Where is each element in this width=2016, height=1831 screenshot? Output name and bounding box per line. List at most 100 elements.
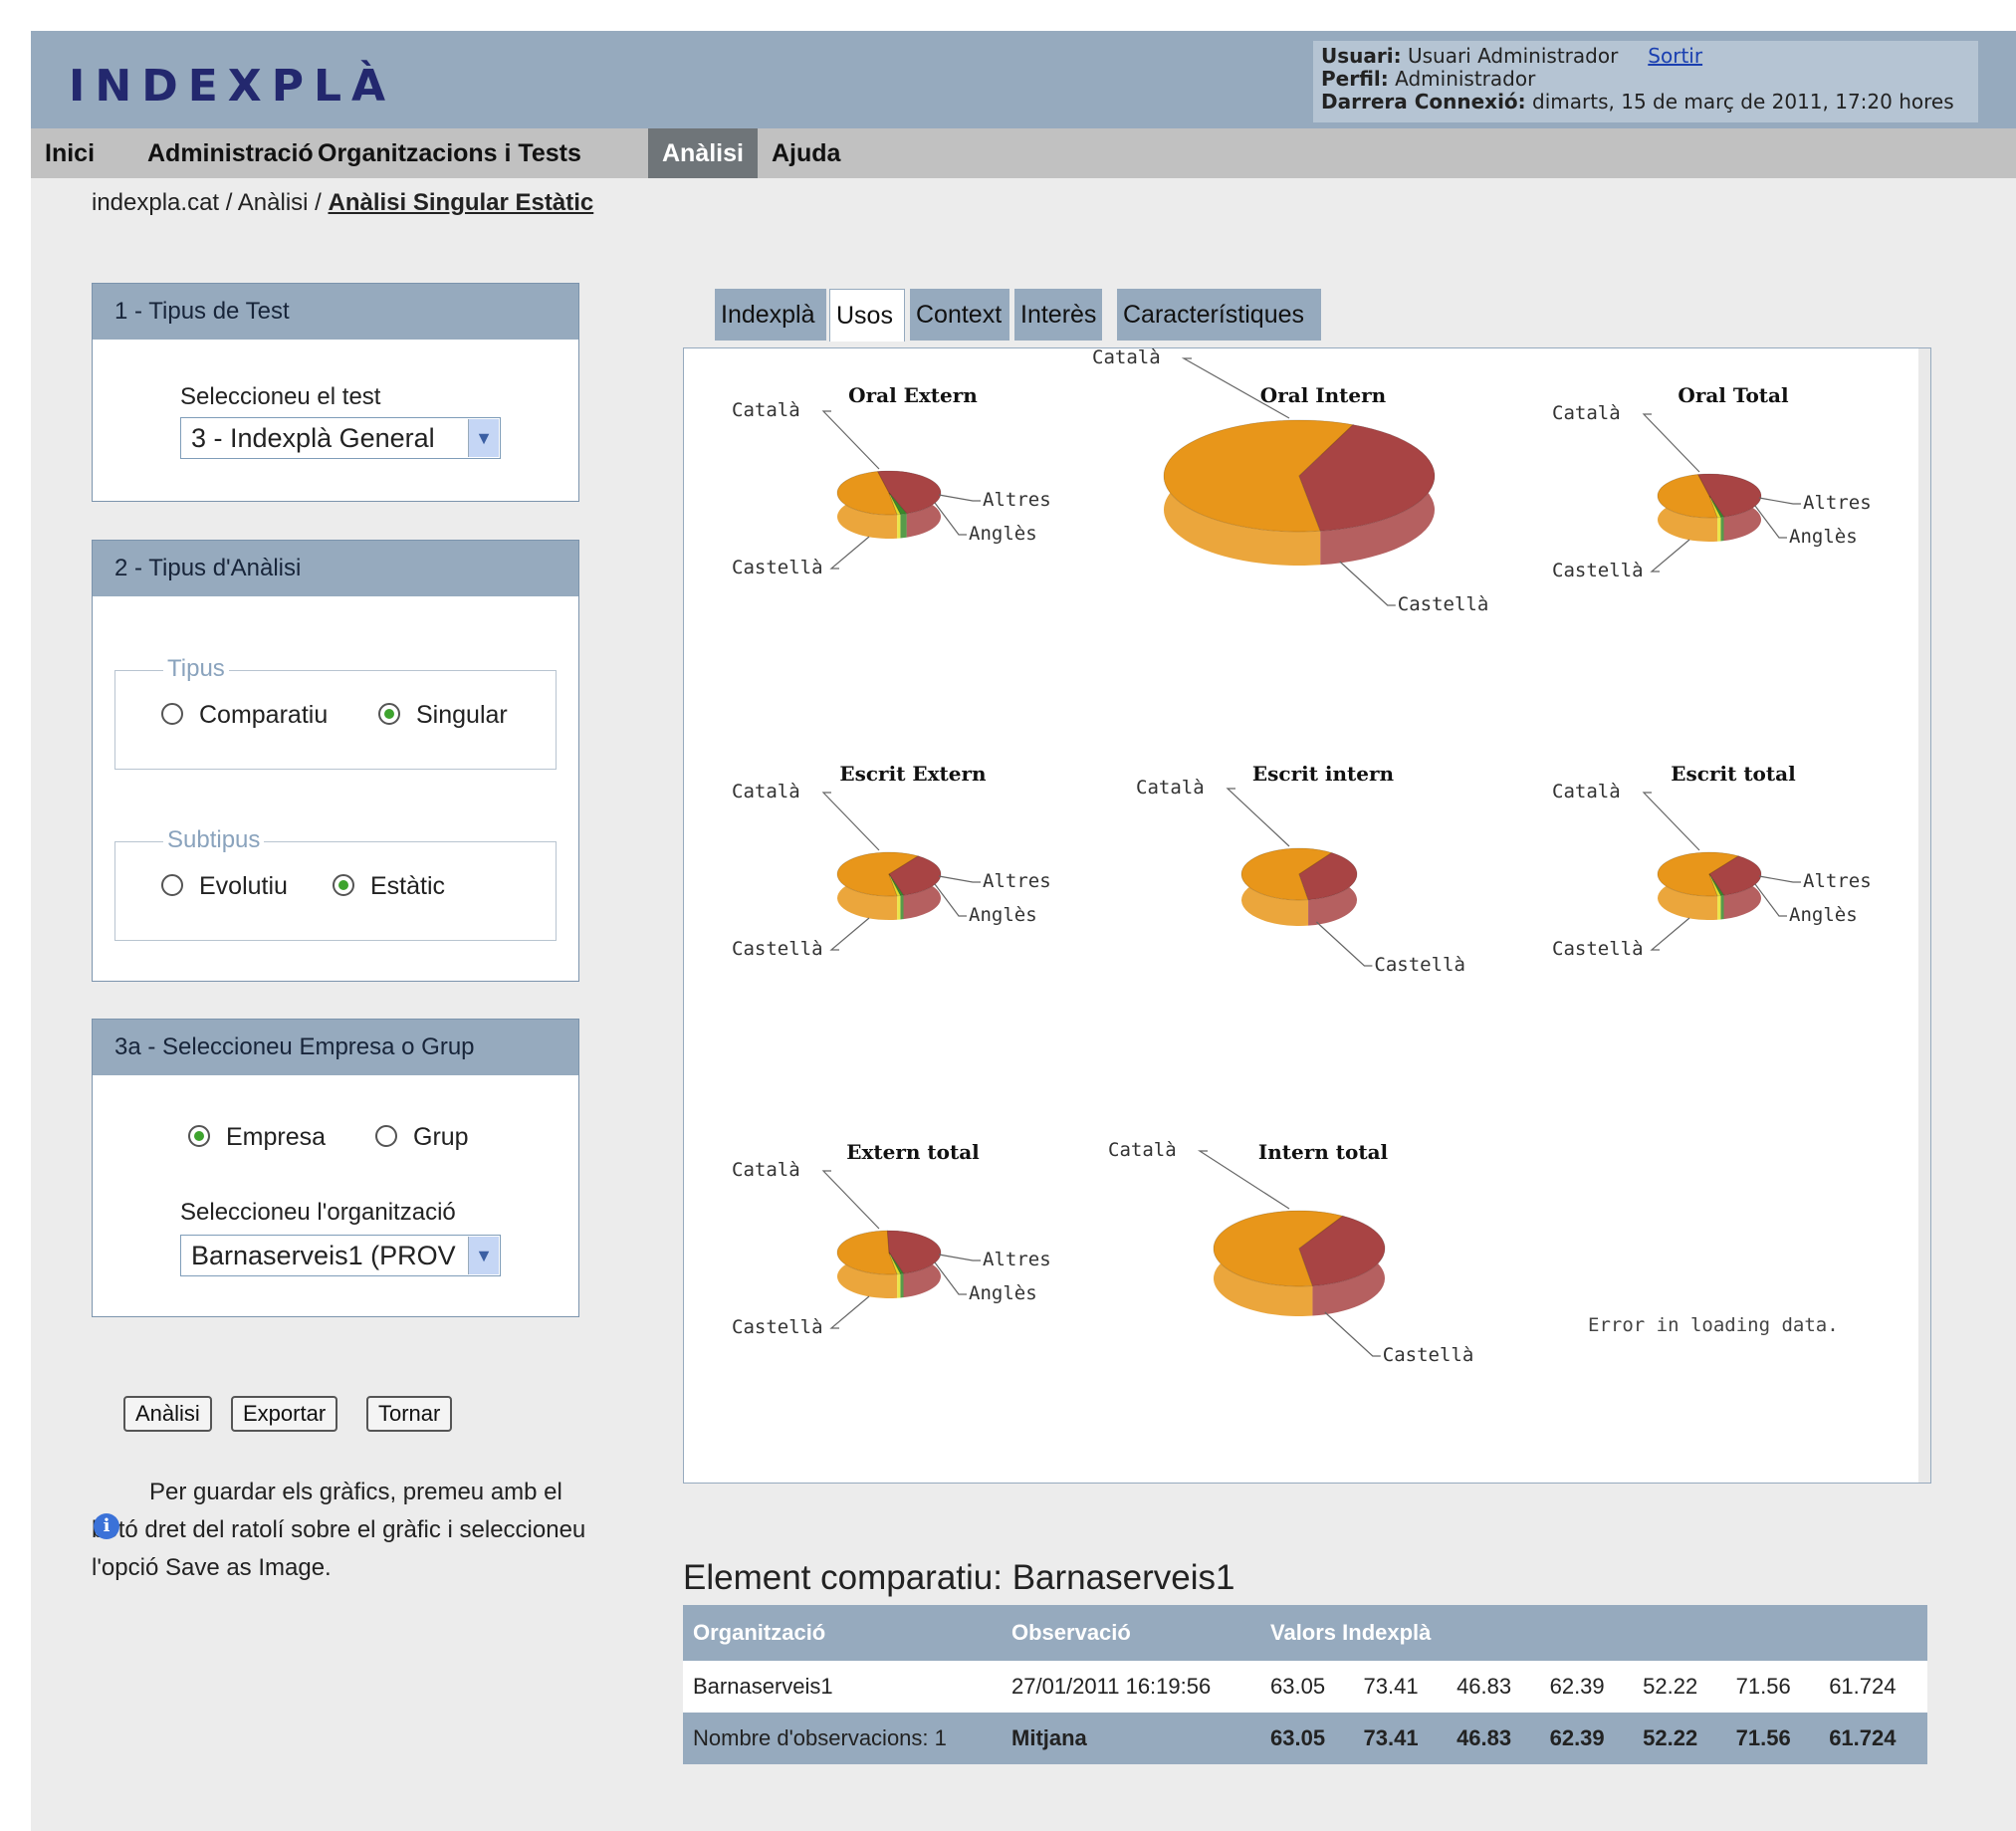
logout-link[interactable]: Sortir (1648, 44, 1702, 68)
org-select-value: Barnaserveis1 (PROV (191, 1241, 456, 1270)
tab-usos[interactable]: Usos (829, 289, 905, 342)
charts-scrollbar[interactable] (1918, 348, 1930, 1483)
cell-value: 71.56 (1725, 1661, 1820, 1713)
leader-line (938, 494, 981, 502)
pie-chart-4 (821, 792, 981, 951)
leader-line (1315, 921, 1373, 967)
pie-label-castella: Castellà (1552, 560, 1644, 581)
pie-label-castella: Castellà (1552, 938, 1644, 960)
tab-caracteristiques[interactable]: Característiques (1117, 289, 1321, 341)
user-info: Usuari: Usuari Administrador Sortir Perfi… (1313, 41, 1978, 122)
element-title: Element comparatiu: Barnaserveis1 (683, 1558, 1235, 1597)
leader-line (829, 536, 870, 570)
chart-title: Oral Total (1678, 383, 1789, 407)
pie-label-angles: Anglès (1789, 904, 1858, 926)
cell-mean: 71.56 (1725, 1713, 1820, 1764)
chevron-down-icon[interactable]: ▼ (468, 1237, 499, 1274)
chart-title: Oral Extern (848, 383, 978, 407)
chart-title: Escrit Extern (839, 762, 987, 786)
panel-title: 3a - Seleccioneu Empresa o Grup (93, 1020, 578, 1075)
radio-singular[interactable] (378, 703, 400, 725)
radio-grup[interactable] (375, 1125, 397, 1147)
breadcrumb: indexpla.cat / Anàlisi / Anàlisi Singula… (92, 189, 593, 217)
analysis-type-panel: 2 - Tipus d'Anàlisi Tipus Comparatiu Sin… (92, 540, 579, 982)
radio-empresa-label: Empresa (226, 1123, 327, 1151)
pie-label-catala: Català (732, 1159, 800, 1181)
analyze-button[interactable]: Anàlisi (123, 1396, 212, 1432)
cell-mean: 52.22 (1633, 1713, 1726, 1764)
pie-label-castella: Castellà (1382, 1344, 1474, 1366)
tipus-legend: Tipus (163, 655, 229, 683)
menu-ajuda[interactable]: Ajuda (758, 128, 854, 178)
cell-value: 63.05 (1260, 1661, 1354, 1713)
table-footer-row: Nombre d'observacions: 1 Mitjana 63.05 7… (683, 1713, 1927, 1764)
leader-line (1324, 1311, 1381, 1357)
radio-comparatiu[interactable] (161, 703, 183, 725)
leader-line (1226, 788, 1290, 847)
cell-mean: 61.724 (1819, 1713, 1927, 1764)
breadcrumb-home[interactable]: indexpla.cat (92, 189, 219, 216)
leader-line (1758, 497, 1801, 505)
menu-administracio[interactable]: Administració (133, 128, 328, 178)
org-select-label: Seleccioneu l'organització (180, 1199, 456, 1226)
breadcrumb-current[interactable]: Anàlisi Singular Estàtic (329, 189, 594, 216)
pie-label-catala: Català (732, 781, 800, 802)
tab-interes[interactable]: Interès (1014, 289, 1102, 341)
menu-organitzacions[interactable]: Organitzacions i Tests (304, 128, 595, 178)
cell-value: 46.83 (1447, 1661, 1540, 1713)
pie-label-castella: Castellà (1397, 593, 1489, 615)
chart-title: Escrit intern (1251, 762, 1395, 786)
panel-title: 2 - Tipus d'Anàlisi (93, 541, 578, 596)
export-button[interactable]: Exportar (231, 1396, 338, 1432)
leader-line (829, 917, 870, 951)
test-select-label: Seleccioneu el test (180, 383, 381, 410)
profile-value: Administrador (1395, 67, 1536, 91)
test-select-value: 3 - Indexplà General (191, 423, 435, 453)
breadcrumb-section[interactable]: Anàlisi (238, 189, 309, 216)
pie-label-castella: Castellà (732, 938, 823, 960)
cell-observations-count: Nombre d'observacions: 1 (683, 1713, 1002, 1764)
pie-side-angles (897, 514, 901, 539)
radio-empresa[interactable] (188, 1125, 210, 1147)
cell-organitzacio: Barnaserveis1 (683, 1661, 1002, 1713)
pie-label-catala: Català (1552, 781, 1621, 802)
cell-value: 61.724 (1819, 1661, 1927, 1713)
organization-select[interactable]: Barnaserveis1 (PROV ▼ (180, 1235, 501, 1276)
radio-estatic[interactable] (333, 874, 354, 896)
last-connection-label: Darrera Connexió: (1321, 90, 1526, 114)
chart-title: Extern total (846, 1140, 980, 1164)
test-select[interactable]: 3 - Indexplà General ▼ (180, 417, 501, 459)
pie-label-catala: Català (732, 399, 800, 421)
chevron-down-icon[interactable]: ▼ (468, 419, 499, 457)
pie-side-altres (1720, 895, 1724, 920)
tipus-fieldset: Tipus Comparatiu Singular (114, 655, 557, 770)
pie-label-altres: Altres (983, 489, 1051, 511)
pie-side-angles (897, 895, 901, 920)
pie-chart-8 (1197, 1150, 1386, 1357)
radio-evolutiu[interactable] (161, 874, 183, 896)
pie-chart-1 (821, 410, 981, 570)
pie-label-catala: Català (1108, 1139, 1177, 1161)
pie-side-angles (897, 1273, 901, 1298)
chart-error-message: Error in loading data. (1588, 1314, 1839, 1336)
results-table: Organització Observació Valors Indexplà … (683, 1605, 1927, 1764)
menu-inici[interactable]: Inici (31, 128, 109, 178)
back-button[interactable]: Tornar (366, 1396, 453, 1432)
radio-singular-label: Singular (416, 701, 508, 729)
menu-analisi[interactable]: Anàlisi (648, 128, 758, 178)
pie-label-angles: Anglès (969, 523, 1037, 545)
breadcrumb-separator: / (308, 189, 329, 216)
pie-label-catala: Català (1092, 346, 1161, 368)
leader-line (1642, 792, 1700, 851)
leader-line (1650, 539, 1690, 572)
radio-comparatiu-label: Comparatiu (199, 701, 329, 729)
pie-side-angles (1717, 895, 1721, 920)
leader-line (1650, 917, 1690, 951)
tab-context[interactable]: Context (910, 289, 1009, 341)
pie-label-angles: Anglès (969, 1282, 1037, 1304)
leader-line (821, 792, 880, 851)
info-icon: i (94, 1513, 119, 1539)
pie-label-angles: Anglès (1789, 526, 1858, 548)
subtipus-fieldset: Subtipus Evolutiu Estàtic (114, 826, 557, 941)
tab-indexpla[interactable]: Indexplà (715, 289, 826, 341)
